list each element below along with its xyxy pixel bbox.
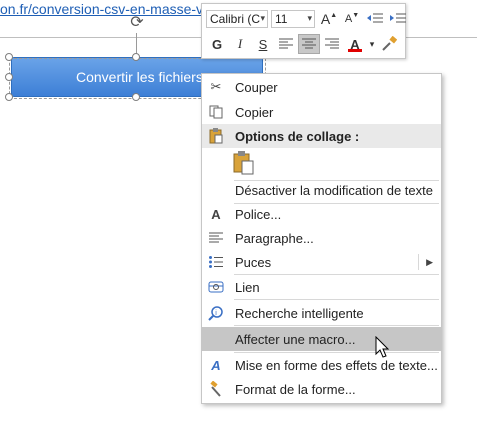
menu-item-label: Paragraphe... (235, 230, 314, 246)
font-size-combo[interactable]: 11 ▾ (271, 10, 315, 28)
submenu-arrow-icon: ▶ (426, 256, 433, 267)
resize-handle-left[interactable] (5, 73, 13, 81)
menu-item-label: Options de collage : (235, 128, 360, 144)
copy-icon (205, 101, 227, 123)
resize-handle-bottom-left[interactable] (5, 93, 13, 101)
align-center-icon (302, 38, 316, 49)
menu-item-label: Format de la forme... (235, 381, 356, 397)
grow-font-icon: A (320, 11, 331, 27)
resize-handle-bottom[interactable] (132, 93, 140, 101)
menu-item-label: Lien (235, 279, 260, 295)
menu-item-paragraph[interactable]: Paragraphe... (202, 226, 441, 250)
increase-indent-icon (390, 13, 406, 23)
menu-item-cut[interactable]: ✂ Couper (202, 75, 441, 99)
text-effects-icon: A (211, 357, 221, 373)
bold-button[interactable]: G (206, 34, 228, 54)
format-painter-button[interactable] (378, 34, 400, 54)
font-color-dropdown[interactable]: ▾ (367, 34, 377, 54)
menu-item-copy[interactable]: Copier (202, 100, 441, 124)
chevron-down-icon: ▾ (260, 13, 265, 23)
font-color-bar (348, 49, 362, 52)
decrease-indent-icon (367, 13, 383, 23)
menu-item-text-effects[interactable]: A Mise en forme des effets de texte... (202, 353, 441, 377)
menu-item-label: Copier (235, 104, 274, 120)
menu-item-label: Recherche intelligente (235, 305, 364, 321)
align-center-button[interactable] (298, 34, 320, 54)
shrink-font-button[interactable]: A ▼ (341, 9, 363, 29)
shape-label: Convertir les fichiers (76, 69, 203, 85)
paste-options-header: Options de collage : (202, 124, 441, 148)
menu-separator (234, 299, 439, 300)
menu-item-label: Désactiver la modification de texte (235, 182, 433, 198)
font-icon: A (211, 206, 221, 222)
font-color-button[interactable]: A (344, 34, 366, 54)
menu-separator (234, 325, 439, 326)
font-name-combo[interactable]: Calibri (C ▾ (206, 10, 268, 28)
menu-item-label: Puces (235, 254, 272, 270)
increase-indent-button[interactable] (387, 9, 409, 29)
decrease-indent-button[interactable] (364, 9, 386, 29)
smart-lookup-icon: i (205, 302, 227, 324)
hyperlink-text[interactable]: on.fr/conversion-csv-en-masse-v (0, 1, 203, 17)
context-menu: ✂ Couper Copier Options de collage : Dés… (201, 73, 442, 404)
paragraph-icon (205, 227, 227, 249)
align-right-button[interactable] (321, 34, 343, 54)
resize-handle-top-left[interactable] (5, 53, 13, 61)
mouse-pointer-icon (375, 336, 390, 358)
menu-item-smart-lookup[interactable]: i Recherche intelligente (202, 301, 441, 325)
rotation-connector (136, 33, 137, 55)
paste-option-keep-source[interactable] (202, 148, 441, 178)
grow-font-button[interactable]: A ▲ (318, 9, 340, 29)
format-painter-icon (382, 36, 397, 51)
format-shape-icon (205, 378, 227, 400)
font-name-value: Calibri (C (210, 12, 261, 26)
paste-option-icon (231, 150, 257, 176)
bullets-icon (205, 251, 227, 273)
menu-item-bullets[interactable]: Puces ▶ (202, 250, 441, 274)
align-left-icon (279, 38, 293, 49)
paste-icon (205, 125, 227, 147)
chevron-down-icon: ▾ (307, 13, 312, 23)
submenu-separator (418, 254, 419, 270)
menu-item-label: Police... (235, 206, 282, 222)
menu-item-label: Couper (235, 79, 278, 95)
menu-item-label: Affecter une macro... (235, 331, 356, 347)
menu-item-disable-text-edit[interactable]: Désactiver la modification de texte (202, 178, 441, 202)
rotate-handle-icon[interactable]: ⟳ (128, 14, 146, 32)
align-left-button[interactable] (275, 34, 297, 54)
align-right-icon (325, 38, 339, 49)
underline-button[interactable]: S (252, 34, 274, 54)
font-size-value: 11 (275, 12, 288, 26)
italic-button[interactable]: I (229, 34, 251, 54)
svg-text:i: i (215, 310, 217, 317)
menu-item-link[interactable]: Lien (202, 275, 441, 299)
menu-item-assign-macro[interactable]: Affecter une macro... (202, 327, 441, 351)
shrink-font-icon: A (344, 13, 353, 25)
scissors-icon: ✂ (210, 79, 222, 94)
menu-item-format-shape[interactable]: Format de la forme... (202, 377, 441, 401)
mini-toolbar: Calibri (C ▾ 11 ▾ A ▲ A ▼ G I S A ▾ (201, 3, 406, 59)
resize-handle-top[interactable] (132, 53, 140, 61)
menu-item-label: Mise en forme des effets de texte... (235, 357, 438, 373)
menu-item-font[interactable]: A Police... (202, 202, 441, 226)
link-icon (205, 276, 227, 298)
